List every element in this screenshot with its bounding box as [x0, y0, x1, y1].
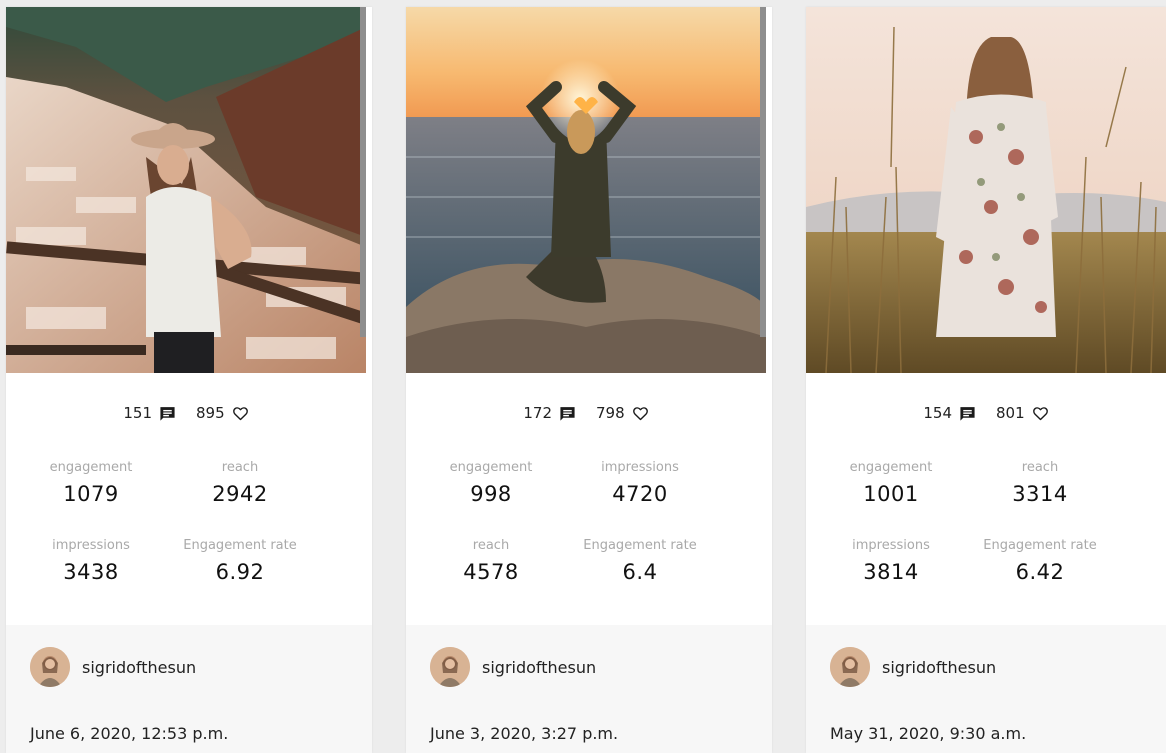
- likes-count[interactable]: 895: [196, 404, 249, 422]
- post-card[interactable]: 151 895 engagement 1079 reach 2942 impre…: [6, 7, 372, 753]
- metric-label: engagement: [449, 460, 533, 475]
- metric-value: 3814: [863, 560, 919, 584]
- post-photo[interactable]: [806, 7, 1166, 373]
- metric-value: 4578: [463, 560, 519, 584]
- metric-label: reach: [221, 460, 259, 475]
- post-card[interactable]: 154 801 engagement 1001 reach 3314 impre…: [806, 7, 1166, 753]
- avatar[interactable]: [30, 647, 70, 687]
- metric-label: impressions: [852, 538, 930, 553]
- engagement-counts: 172 798: [406, 401, 766, 425]
- metric-engagement-rate: Engagement rate 6.4: [565, 538, 715, 586]
- scrollbar[interactable]: [760, 7, 766, 337]
- metric-engagement-rate: Engagement rate 6.92: [165, 538, 315, 586]
- author-name[interactable]: sigridofthesun: [482, 658, 596, 677]
- metric-value: 2942: [212, 482, 268, 506]
- metric-label: reach: [472, 538, 510, 553]
- metric-engagement: engagement 1001: [816, 460, 966, 508]
- metric-label: reach: [1021, 460, 1059, 475]
- metric-impressions: impressions 3438: [16, 538, 166, 586]
- comments-count[interactable]: 154: [923, 404, 976, 422]
- comments-count[interactable]: 172: [523, 404, 576, 422]
- post-photo[interactable]: [6, 7, 366, 373]
- metric-reach: reach 4578: [416, 538, 566, 586]
- post-footer: sigridofthesun June 3, 2020, 3:27 p.m.: [406, 625, 772, 753]
- likes-count-value: 798: [596, 404, 625, 422]
- likes-count[interactable]: 801: [996, 404, 1049, 422]
- metric-value: 6.4: [622, 560, 658, 584]
- avatar[interactable]: [830, 647, 870, 687]
- metric-value: 6.92: [215, 560, 265, 584]
- metric-label: Engagement rate: [183, 538, 297, 553]
- author[interactable]: sigridofthesun: [30, 647, 196, 687]
- comments-count-value: 151: [123, 404, 152, 422]
- metric-engagement: engagement 998: [416, 460, 566, 508]
- post-date: May 31, 2020, 9:30 a.m.: [830, 724, 1027, 743]
- metric-value: 1079: [63, 482, 119, 506]
- post-date: June 3, 2020, 3:27 p.m.: [430, 724, 619, 743]
- comments-count[interactable]: 151: [123, 404, 176, 422]
- comment-icon: [959, 405, 976, 422]
- metric-value: 3314: [1012, 482, 1068, 506]
- metric-engagement: engagement 1079: [16, 460, 166, 508]
- metric-impressions: impressions 3814: [816, 538, 966, 586]
- metric-label: engagement: [49, 460, 133, 475]
- scrollbar[interactable]: [360, 7, 366, 337]
- metric-value: 3438: [63, 560, 119, 584]
- metric-label: Engagement rate: [583, 538, 697, 553]
- author[interactable]: sigridofthesun: [430, 647, 596, 687]
- metric-label: impressions: [52, 538, 130, 553]
- field-dress-image: [806, 7, 1166, 373]
- metric-value: 998: [470, 482, 512, 506]
- metric-value: 4720: [612, 482, 668, 506]
- metric-label: Engagement rate: [983, 538, 1097, 553]
- metric-value: 6.42: [1015, 560, 1065, 584]
- metric-reach: reach 2942: [165, 460, 315, 508]
- heart-icon: [632, 405, 649, 422]
- metric-label: engagement: [849, 460, 933, 475]
- comments-count-value: 154: [923, 404, 952, 422]
- sunset-heart-image: [406, 7, 766, 373]
- author-name[interactable]: sigridofthesun: [82, 658, 196, 677]
- comments-count-value: 172: [523, 404, 552, 422]
- metric-engagement-rate: Engagement rate 6.42: [965, 538, 1115, 586]
- author-name[interactable]: sigridofthesun: [882, 658, 996, 677]
- author[interactable]: sigridofthesun: [830, 647, 996, 687]
- heart-icon: [1032, 405, 1049, 422]
- engagement-counts: 154 801: [806, 401, 1166, 425]
- post-footer: sigridofthesun May 31, 2020, 9:30 a.m.: [806, 625, 1166, 753]
- post-grid: 151 895 engagement 1079 reach 2942 impre…: [0, 0, 1166, 753]
- mountain-salt-flats-image: [6, 7, 366, 373]
- heart-icon: [232, 405, 249, 422]
- metric-value: 1001: [863, 482, 919, 506]
- engagement-counts: 151 895: [6, 401, 366, 425]
- metric-label: impressions: [601, 460, 679, 475]
- comment-icon: [559, 405, 576, 422]
- likes-count-value: 801: [996, 404, 1025, 422]
- post-date: June 6, 2020, 12:53 p.m.: [30, 724, 229, 743]
- comment-icon: [159, 405, 176, 422]
- likes-count-value: 895: [196, 404, 225, 422]
- post-photo[interactable]: [406, 7, 766, 373]
- post-card[interactable]: 172 798 engagement 998 impressions 4720 …: [406, 7, 772, 753]
- likes-count[interactable]: 798: [596, 404, 649, 422]
- metric-impressions: impressions 4720: [565, 460, 715, 508]
- post-footer: sigridofthesun June 6, 2020, 12:53 p.m.: [6, 625, 372, 753]
- avatar[interactable]: [430, 647, 470, 687]
- metric-reach: reach 3314: [965, 460, 1115, 508]
